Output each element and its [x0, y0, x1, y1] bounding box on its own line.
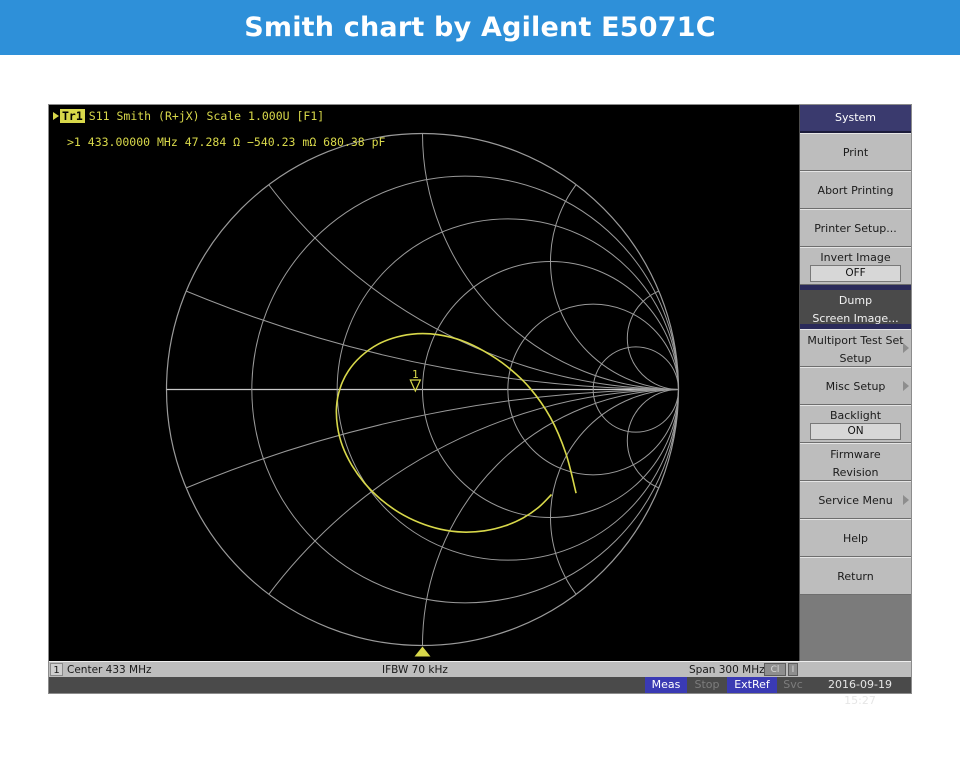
softkey-list: PrintAbort PrintingPrinter Setup...Inver…	[800, 133, 911, 595]
center-frequency-label[interactable]: Center 433 MHz	[67, 663, 152, 677]
softkey-label: Return	[806, 558, 905, 595]
smith-reference-marker	[415, 647, 431, 657]
page-banner: Smith chart by Agilent E5071C	[0, 0, 960, 55]
softkey-service-menu[interactable]: Service Menu	[800, 481, 911, 519]
softkey-label-line2: Revision	[806, 464, 905, 481]
softkey-dump[interactable]: DumpScreen Image...	[800, 288, 911, 326]
softkey-empty-area	[800, 595, 911, 657]
trace-description-label: S11 Smith (R+jX) Scale 1.000U [F1]	[89, 109, 324, 123]
chevron-right-icon	[903, 495, 909, 505]
smith-grid	[49, 105, 799, 661]
softkey-invert-image[interactable]: Invert ImageOFF	[800, 247, 911, 285]
status-extref[interactable]: ExtRef	[727, 677, 777, 693]
trace-id-label: Tr1	[60, 109, 85, 123]
softkey-value[interactable]: OFF	[810, 265, 901, 282]
chevron-right-icon	[903, 343, 909, 353]
softkey-print[interactable]: Print	[800, 133, 911, 171]
softkey-label: Abort Printing	[806, 172, 905, 209]
softkey-label: Misc Setup	[806, 368, 905, 405]
smith-trace-curve	[336, 334, 576, 533]
softkey-label: Service Menu	[806, 482, 905, 519]
svg-text:1: 1	[412, 368, 419, 381]
chevron-right-icon	[903, 381, 909, 391]
softkey-label: Printer Setup...	[806, 210, 905, 247]
softkey-printer-setup[interactable]: Printer Setup...	[800, 209, 911, 247]
softkey-label: Firmware	[806, 446, 905, 464]
trace-select-arrow-icon	[53, 112, 59, 120]
softkey-label: Multiport Test Set	[806, 332, 905, 350]
softkey-abort-printing[interactable]: Abort Printing	[800, 171, 911, 209]
channel-number-badge[interactable]: 1	[50, 663, 63, 676]
marker-readout-line: >1 433.00000 MHz 47.284 Ω −540.23 mΩ 680…	[67, 135, 386, 150]
softkey-panel: System PrintAbort PrintingPrinter Setup.…	[799, 105, 911, 661]
smith-chart-graph[interactable]: 1 Tr1S11 Smith (R+jX) Scale 1.000U [F1] …	[49, 105, 799, 661]
softkey-return[interactable]: Return	[800, 557, 911, 595]
softkey-label: Backlight	[806, 408, 905, 423]
status-svc[interactable]: Svc	[777, 677, 809, 693]
softkey-firmware[interactable]: FirmwareRevision	[800, 443, 911, 481]
smith-chart-svg: 1	[49, 105, 799, 661]
softkey-value[interactable]: ON	[810, 423, 901, 440]
correction-indicator: Cl	[764, 663, 786, 676]
softkey-label: Help	[806, 520, 905, 557]
softkey-label-line2: Setup	[806, 350, 905, 367]
softkey-label: Dump	[806, 292, 905, 310]
status-datetime: 2016-09-19 15:27	[809, 677, 911, 693]
page-title: Smith chart by Agilent E5071C	[0, 0, 960, 55]
softkey-label: Invert Image	[806, 250, 905, 265]
span-label[interactable]: Span 300 MHz	[689, 663, 765, 677]
softkey-label-line2: Screen Image...	[806, 310, 905, 326]
trace-title-line[interactable]: Tr1 S11 Smith (R+jX) Scale 1.000U [F1]	[53, 109, 324, 124]
interpolation-indicator: I	[788, 663, 798, 676]
softkey-help[interactable]: Help	[800, 519, 911, 557]
softkey-misc-setup[interactable]: Misc Setup	[800, 367, 911, 405]
status-meas[interactable]: Meas	[645, 677, 687, 693]
softkey-menu-title: System	[800, 105, 911, 133]
screenshot-root: Smith chart by Agilent E5071C 1 Tr1 S11 S…	[0, 0, 960, 773]
status-stop[interactable]: Stop	[687, 677, 727, 693]
ifbw-label[interactable]: IFBW 70 kHz	[382, 663, 448, 677]
vna-screen: 1 Tr1S11 Smith (R+jX) Scale 1.000U [F1] …	[48, 104, 912, 694]
status-bar: Meas Stop ExtRef Svc 2016-09-19 15:27	[49, 677, 911, 693]
channel-info-bar: 1 Center 433 MHz IFBW 70 kHz Span 300 MH…	[49, 661, 911, 677]
softkey-multiport-test-set[interactable]: Multiport Test SetSetup	[800, 329, 911, 367]
softkey-label: Print	[806, 134, 905, 171]
smith-marker-1[interactable]: 1	[410, 368, 420, 391]
softkey-backlight[interactable]: BacklightON	[800, 405, 911, 443]
